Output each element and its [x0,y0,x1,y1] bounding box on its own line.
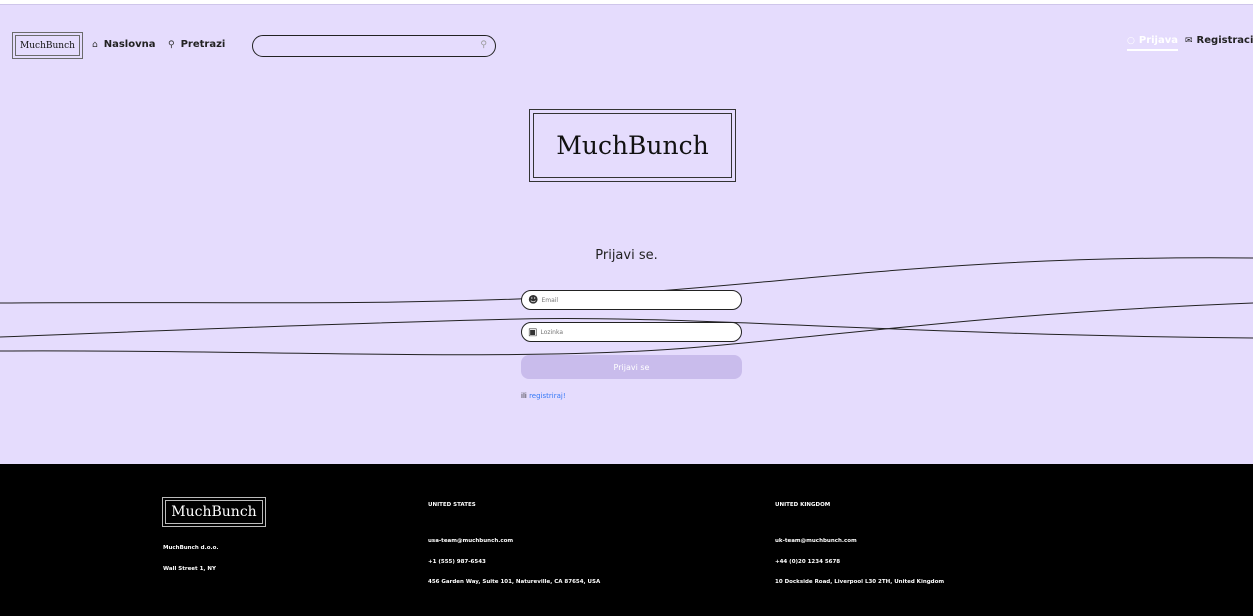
user-icon: ☻ [528,294,539,306]
nav-search-link[interactable]: ⚲ Pretrazi [168,39,225,50]
footer-uk-phone: +44 (0)20 1234 5678 [775,559,841,565]
footer-address: Wall Street 1, NY [163,566,216,572]
brand-logo-text: MuchBunch [20,40,75,51]
main-logo-text: MuchBunch [556,131,709,160]
search-icon: ⚲ [168,39,175,50]
footer-uk-email[interactable]: uk-team@muchbunch.com [775,538,857,544]
footer-uk-address: 10 Dockside Road, Liverpool L30 2TH, Uni… [775,579,945,585]
register-prompt: ili registriraj! [521,392,566,400]
brand-logo-button[interactable]: MuchBunch [12,32,83,59]
footer-logo: MuchBunch [162,497,266,527]
footer-uk-heading: UNITED KINGDOM [775,502,831,508]
lock-icon: ▣ [528,326,538,338]
login-submit-button[interactable]: Prijavi se [521,355,742,379]
nav-register-link[interactable]: ✉ Registracija [1185,35,1253,46]
home-icon: ⌂ [92,39,98,50]
footer-us-heading: UNITED STATES [428,502,476,508]
nav-login-link[interactable]: ○ Prijava [1127,35,1178,51]
footer: MuchBunch MuchBunch d.o.o. Wall Street 1… [0,464,1253,616]
footer-us-email[interactable]: usa-team@muchbunch.com [428,538,513,544]
search-field-icon: ⚲ [480,40,487,50]
nav-search-label: Pretrazi [180,39,226,50]
nav-register-label: Registracija [1196,35,1253,46]
email-input[interactable] [541,296,732,304]
password-field[interactable]: ▣ [521,322,742,342]
password-input[interactable] [540,328,731,336]
nav-home-link[interactable]: ⌂ Naslovna [92,39,155,50]
email-field[interactable]: ☻ [521,290,742,310]
footer-logo-text: MuchBunch [171,504,257,520]
login-icon: ○ [1127,35,1135,46]
mail-icon: ✉ [1185,35,1193,46]
nav-home-label: Naslovna [103,39,156,50]
or-text: ili [521,392,527,400]
search-input[interactable]: ⚲ [252,35,496,57]
register-link[interactable]: registriraj! [529,392,566,400]
footer-us-address: 456 Garden Way, Suite 101, Natureville, … [428,579,601,585]
footer-us-phone: +1 (555) 987-6543 [428,559,486,565]
page-background: MuchBunch ⌂ Naslovna ⚲ Pretrazi ⚲ ○ Prij… [0,4,1253,464]
footer-company: MuchBunch d.o.o. [163,545,219,551]
nav-login-label: Prijava [1138,35,1178,46]
top-navigation: MuchBunch ⌂ Naslovna ⚲ Pretrazi ⚲ ○ Prij… [0,5,1253,75]
main-logo: MuchBunch [529,109,736,182]
